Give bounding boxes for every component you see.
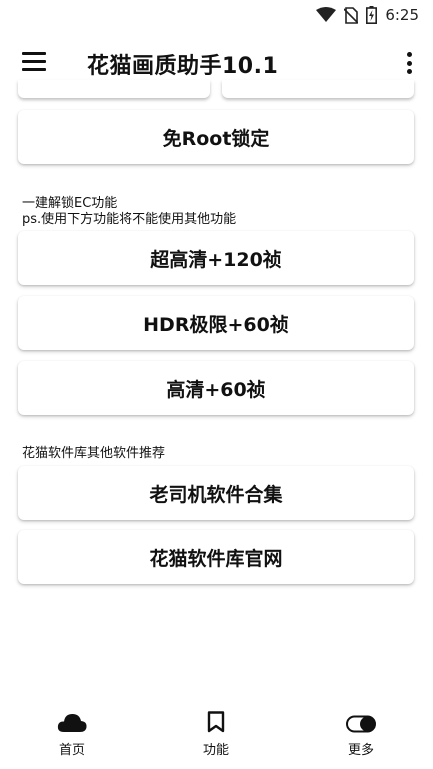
ec-section-label-line2: ps.使用下方功能将不能使用其他功能 bbox=[22, 212, 237, 227]
battery-charging-icon bbox=[366, 6, 378, 24]
bottom-nav: 首页 功能 更多 bbox=[0, 705, 433, 769]
app-title: 花猫画质助手10.1 bbox=[87, 54, 279, 79]
toggle-icon bbox=[346, 715, 376, 733]
nav-label-features: 功能 bbox=[202, 743, 229, 758]
nav-label-more: 更多 bbox=[347, 743, 374, 758]
more-vert-icon[interactable] bbox=[405, 52, 413, 74]
nav-item-features[interactable]: 功能 bbox=[166, 705, 266, 769]
hamburger-menu-icon[interactable] bbox=[22, 52, 46, 72]
nav-item-more[interactable]: 更多 bbox=[311, 705, 411, 769]
ec-section-label-line1: 一建解锁EC功能 bbox=[22, 196, 118, 211]
hdr-60fps-button[interactable]: HDR极限+60祯 bbox=[18, 296, 414, 350]
bookmark-icon bbox=[207, 711, 225, 733]
wifi-icon bbox=[316, 7, 337, 22]
no-root-lock-button[interactable]: 免Root锁定 bbox=[18, 110, 414, 164]
driver-software-collection-button[interactable]: 老司机软件合集 bbox=[18, 466, 414, 520]
nav-item-home[interactable]: 首页 bbox=[22, 705, 122, 769]
scrolled-cards-row bbox=[18, 80, 414, 98]
status-bar: 6:25 bbox=[0, 0, 433, 30]
ec-section-label: 一建解锁EC功能 ps.使用下方功能将不能使用其他功能 bbox=[22, 196, 236, 228]
no-sim-icon bbox=[344, 6, 359, 24]
uhd-120fps-button[interactable]: 超高清+120祯 bbox=[18, 231, 414, 285]
scrolled-card-left[interactable] bbox=[18, 80, 210, 98]
software-section-label: 花猫软件库其他软件推荐 bbox=[22, 446, 166, 461]
nav-label-home: 首页 bbox=[58, 743, 85, 758]
hd-60fps-button[interactable]: 高清+60祯 bbox=[18, 361, 414, 415]
status-time: 6:25 bbox=[385, 6, 419, 24]
cloud-icon bbox=[57, 714, 87, 732]
software-library-website-button[interactable]: 花猫软件库官网 bbox=[18, 530, 414, 584]
scrolled-card-right[interactable] bbox=[222, 80, 414, 98]
